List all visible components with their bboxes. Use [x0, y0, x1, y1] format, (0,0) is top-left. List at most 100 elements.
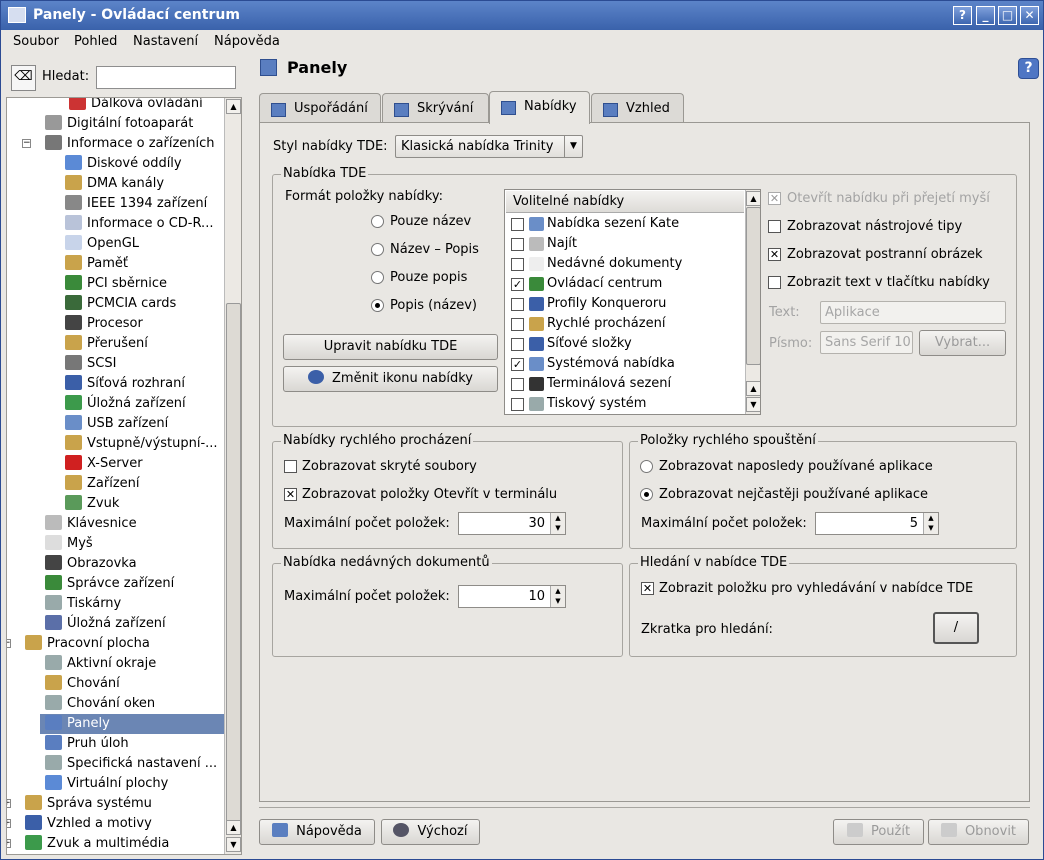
spin-arrows-icon[interactable]: ▲ ▼	[550, 513, 565, 534]
choose-font-button[interactable]: Vybrat...	[919, 330, 1006, 356]
open-terminal-checkbox[interactable]: ✕	[284, 488, 297, 501]
minimize-button[interactable]: _	[976, 6, 995, 25]
tree-item-1[interactable]: Digitální fotoaparát	[45, 114, 193, 134]
menu-pohled[interactable]: Pohled	[74, 34, 117, 49]
maximize-button[interactable]: □	[998, 6, 1017, 25]
tree-item-28[interactable]: Aktivní okraje	[45, 654, 156, 674]
tree-item-19[interactable]: Zařízení	[65, 474, 140, 494]
tree-item-3[interactable]: Diskové oddíly	[65, 154, 182, 174]
list-item-checkbox[interactable]	[511, 378, 524, 391]
tree-item-5[interactable]: IEEE 1394 zařízení	[65, 194, 207, 214]
tree-item-17[interactable]: Vstupně/výstupní-...	[65, 434, 218, 454]
scroll-up-icon-2[interactable]: ▲	[226, 820, 241, 835]
side-image-checkbox[interactable]: ✕	[768, 248, 781, 261]
search-input[interactable]	[96, 66, 236, 89]
collapse-icon[interactable]: −	[7, 639, 11, 648]
tree-item-4[interactable]: DMA kanály	[65, 174, 164, 194]
tooltips-checkbox[interactable]	[768, 220, 781, 233]
radio-frequent-apps[interactable]	[640, 488, 653, 501]
list-item[interactable]: Síťové složky	[505, 334, 745, 354]
tree-item-34[interactable]: Virtuální plochy	[45, 774, 168, 794]
list-item-checkbox[interactable]	[511, 318, 524, 331]
scroll-down-icon[interactable]: ▼	[226, 837, 241, 852]
tree-item-33[interactable]: Specifická nastavení ...	[45, 754, 217, 774]
tree-item-21[interactable]: Klávesnice	[45, 514, 137, 534]
tree-item-13[interactable]: SCSI	[65, 354, 116, 374]
tree-item-14[interactable]: Síťová rozhraní	[65, 374, 185, 394]
launch-max-spinbox[interactable]: 5 ▲ ▼	[815, 512, 939, 535]
tree-item-22[interactable]: Myš	[45, 534, 93, 554]
scroll-up-icon[interactable]: ▲	[226, 99, 241, 114]
list-scroll-up2-icon[interactable]: ▲	[746, 381, 760, 396]
app-icon[interactable]	[8, 7, 26, 23]
list-item[interactable]: Najít	[505, 234, 745, 254]
show-text-checkbox[interactable]	[768, 276, 781, 289]
spin-arrows-icon[interactable]: ▲ ▼	[923, 513, 938, 534]
tree-item-30[interactable]: Chování oken	[45, 694, 155, 714]
menu-nastaveni[interactable]: Nastavení	[133, 34, 198, 49]
list-item-checkbox[interactable]	[511, 238, 524, 251]
list-item[interactable]: Terminálová sezení	[505, 374, 745, 394]
list-item[interactable]: ✓ Ovládací centrum	[505, 274, 745, 294]
tree-item-26[interactable]: Úložná zařízení	[45, 614, 166, 634]
list-item[interactable]: Nedávné dokumenty	[505, 254, 745, 274]
tree-item-29[interactable]: Chování	[45, 674, 120, 694]
collapse-icon[interactable]: −	[22, 139, 31, 148]
show-search-checkbox[interactable]: ✕	[641, 582, 654, 595]
list-item-checkbox[interactable]	[511, 298, 524, 311]
title-bar[interactable]: Panely - Ovládací centrum ? _ □ ✕	[1, 1, 1043, 30]
tree-item-23[interactable]: Obrazovka	[45, 554, 137, 574]
tree-item-12[interactable]: Přerušení	[65, 334, 148, 354]
scroll-thumb[interactable]	[226, 303, 241, 831]
list-scroll-thumb[interactable]	[746, 207, 760, 365]
tab-nabidky[interactable]: Nabídky	[489, 91, 590, 124]
open-hover-checkbox[interactable]: ✕	[768, 192, 781, 205]
tree-item-9[interactable]: PCI sběrnice	[65, 274, 167, 294]
menu-napoveda[interactable]: Nápověda	[214, 34, 280, 49]
tree-item-15[interactable]: Úložná zařízení	[65, 394, 186, 414]
clear-search-icon[interactable]: ⌫	[11, 65, 36, 91]
tree-item-16[interactable]: USB zařízení	[65, 414, 168, 434]
tree-item-2[interactable]: Informace o zařízeních	[45, 134, 215, 154]
expand-icon[interactable]: +	[7, 819, 11, 828]
expand-icon[interactable]: +	[7, 839, 11, 848]
list-item-checkbox[interactable]: ✓	[511, 358, 524, 371]
apply-button[interactable]: Použít	[833, 819, 924, 845]
help-title-button[interactable]: ?	[953, 6, 972, 25]
tree-item-32[interactable]: Pruh úloh	[45, 734, 129, 754]
tree-item-11[interactable]: Procesor	[65, 314, 143, 334]
tab-skryvani[interactable]: Skrývání	[382, 93, 489, 123]
tree-item-18[interactable]: X-Server	[65, 454, 143, 474]
tree-item-20[interactable]: Zvuk	[65, 494, 119, 514]
radio-recent-apps[interactable]	[640, 460, 653, 473]
menu-style-select[interactable]: Klasická nabídka Trinity ▼	[395, 135, 583, 158]
spin-arrows-icon[interactable]: ▲ ▼	[550, 586, 565, 607]
tree-item-8[interactable]: Paměť	[65, 254, 128, 274]
expand-icon[interactable]: +	[7, 799, 11, 808]
help-icon[interactable]: ?	[1018, 58, 1039, 79]
list-item[interactable]: ✓ Systémová nabídka	[505, 354, 745, 374]
list-item-checkbox[interactable]	[511, 258, 524, 271]
list-item-checkbox[interactable]	[511, 398, 524, 411]
splitter-handle[interactable]	[244, 97, 248, 855]
font-field[interactable]: Sans Serif 10	[820, 331, 913, 354]
tree-item-0[interactable]: Dálková ovládání	[69, 98, 203, 114]
list-scrollbar[interactable]: ▲ ▲ ▼	[745, 190, 760, 414]
list-item[interactable]: Tiskový systém	[505, 394, 745, 414]
edit-menu-button[interactable]: Upravit nabídku TDE	[283, 334, 498, 360]
tab-vzhled[interactable]: Vzhled	[591, 93, 684, 123]
tree-item-7[interactable]: OpenGL	[65, 234, 139, 254]
menu-soubor[interactable]: Soubor	[13, 34, 59, 49]
list-item-checkbox[interactable]	[511, 338, 524, 351]
radio-desc-name[interactable]	[371, 299, 384, 312]
tree-item-31[interactable]: Panely	[40, 714, 224, 734]
tab-usporadani[interactable]: Uspořádání	[259, 93, 381, 123]
list-item-checkbox[interactable]	[511, 218, 524, 231]
shortcut-button[interactable]: /	[933, 612, 979, 644]
radio-name-desc[interactable]	[371, 243, 384, 256]
recent-max-spinbox[interactable]: 10 ▲ ▼	[458, 585, 566, 608]
close-button[interactable]: ✕	[1020, 6, 1039, 25]
tree-item-24[interactable]: Správce zařízení	[45, 574, 174, 594]
text-field[interactable]: Aplikace	[820, 301, 1006, 324]
quick-max-spinbox[interactable]: 30 ▲ ▼	[458, 512, 566, 535]
